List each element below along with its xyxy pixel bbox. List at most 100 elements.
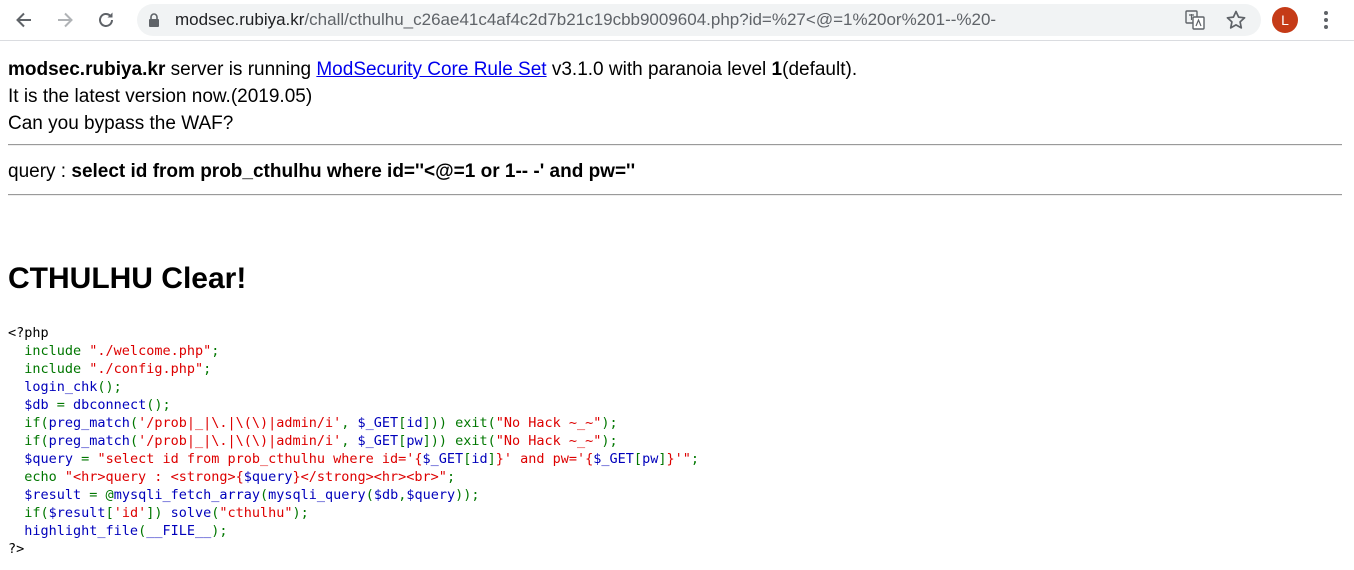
code-line: highlight_file(__FILE__); [8, 522, 699, 540]
back-arrow-icon[interactable] [9, 5, 39, 35]
code-token: ( [129, 433, 139, 449]
code-token: solve [170, 505, 212, 521]
intro-line-3: Can you bypass the WAF? [8, 113, 234, 134]
code-token: login_chk [24, 379, 98, 395]
code-token: = @ [89, 487, 114, 503]
code-token: if( [24, 415, 49, 431]
code-token: $query [24, 451, 82, 467]
code-line: $query = "select id from prob_cthulhu wh… [8, 450, 699, 468]
intro-running-text: server is running [165, 59, 317, 80]
query-label: query : [8, 161, 72, 182]
code-token: $db [24, 397, 57, 413]
divider [8, 144, 1342, 146]
code-token: "No Hack ~_~" [495, 415, 602, 431]
code-line: ?> [8, 540, 699, 558]
code-token: pw [642, 451, 659, 467]
code-line: if(preg_match('/prob|_|\.|\(\)|admin/i',… [8, 432, 699, 450]
code-token: include [24, 343, 90, 359]
code-token: ] [487, 451, 496, 467]
intro-default-text: (default). [782, 59, 858, 80]
url-host: modsec.rubiya.kr [175, 10, 305, 29]
intro-line-1: modsec.rubiya.kr server is running ModSe… [8, 56, 1342, 83]
code-token: ; [690, 451, 699, 467]
server-host: modsec.rubiya.kr [8, 59, 166, 80]
code-token: "cthulhu" [219, 505, 293, 521]
code-token: echo [24, 469, 65, 485]
code-token: = [81, 451, 98, 467]
url-text[interactable]: modsec.rubiya.kr/chall/cthulhu_c26ae41c4… [175, 11, 996, 29]
code-token: $query [406, 487, 456, 503]
code-token: ])) exit( [422, 415, 496, 431]
intro-version-text: v3.1.0 with paranoia level [546, 59, 772, 80]
code-token: [ [105, 505, 114, 521]
code-token: $query [243, 469, 293, 485]
code-token: ); [601, 433, 618, 449]
code-line: echo "<hr>query : <strong>{$query}</stro… [8, 468, 699, 486]
browser-toolbar: modsec.rubiya.kr/chall/cthulhu_c26ae41c4… [0, 0, 1354, 41]
code-token: mysqli_query [268, 487, 366, 503]
translate-icon[interactable] [1185, 10, 1205, 30]
code-token: [ [633, 451, 643, 467]
code-token: mysqli_fetch_array [113, 487, 260, 503]
code-token: id [406, 415, 423, 431]
reload-icon[interactable] [91, 5, 121, 35]
query-line: query : select id from prob_cthulhu wher… [8, 159, 635, 185]
code-token: , [341, 415, 358, 431]
source-code-block: <?php include "./welcome.php"; include "… [8, 324, 699, 558]
code-token: id [471, 451, 488, 467]
code-token: ])) exit( [422, 433, 496, 449]
code-token: $result [24, 487, 90, 503]
code-token: ; [211, 343, 220, 359]
code-token: '/prob|_|\.|\(\)|admin/i' [138, 433, 342, 449]
code-token: ); [292, 505, 309, 521]
code-token: (); [146, 397, 171, 413]
query-sql: select id from prob_cthulhu where id=''<… [71, 161, 636, 182]
crs-link[interactable]: ModSecurity Core Rule Set [316, 59, 546, 80]
code-token: ; [203, 361, 212, 377]
menu-dots-icon[interactable] [1318, 9, 1334, 31]
code-token: }' and pw='{ [495, 451, 594, 467]
code-line: include "./welcome.php"; [8, 342, 699, 360]
bookmark-star-icon[interactable] [1225, 9, 1247, 31]
code-token: ( [129, 415, 139, 431]
code-token: ( [365, 487, 374, 503]
code-token: pw [406, 433, 423, 449]
code-token: ); [601, 415, 618, 431]
code-token: include [24, 361, 90, 377]
code-token: $result [48, 505, 106, 521]
code-token: dbconnect [73, 397, 147, 413]
code-token: )); [455, 487, 480, 503]
address-bar[interactable]: modsec.rubiya.kr/chall/cthulhu_c26ae41c4… [137, 4, 1261, 36]
lock-icon[interactable] [147, 13, 161, 27]
code-token: if( [24, 433, 49, 449]
code-token: ]) [146, 505, 171, 521]
divider [8, 194, 1342, 196]
intro-line-2: It is the latest version now.(2019.05) [8, 86, 313, 107]
code-token: "select id from prob_cthulhu where id='{ [97, 451, 423, 467]
url-path: /chall/cthulhu_c26ae41c4af4c2d7b21c19cbb… [304, 10, 997, 29]
intro-text: modsec.rubiya.kr server is running ModSe… [8, 56, 1342, 137]
code-token: highlight_file [24, 523, 139, 539]
code-token: "./config.php" [89, 361, 204, 377]
code-line: if($result['id']) solve("cthulhu"); [8, 504, 699, 522]
code-line: $result = @mysqli_fetch_array (mysqli_que… [8, 486, 699, 504]
page-content: modsec.rubiya.kr server is running ModSe… [8, 56, 1342, 557]
code-token: $db [373, 487, 399, 503]
avatar[interactable]: L [1272, 7, 1298, 33]
paranoia-level: 1 [771, 59, 783, 80]
code-token: ); [211, 523, 228, 539]
code-token: "<hr>query : <strong>{ [64, 469, 244, 485]
code-line: include "./config.php"; [8, 360, 699, 378]
forward-arrow-icon[interactable] [50, 5, 80, 35]
code-token: }</strong><hr><br>" [292, 469, 447, 485]
